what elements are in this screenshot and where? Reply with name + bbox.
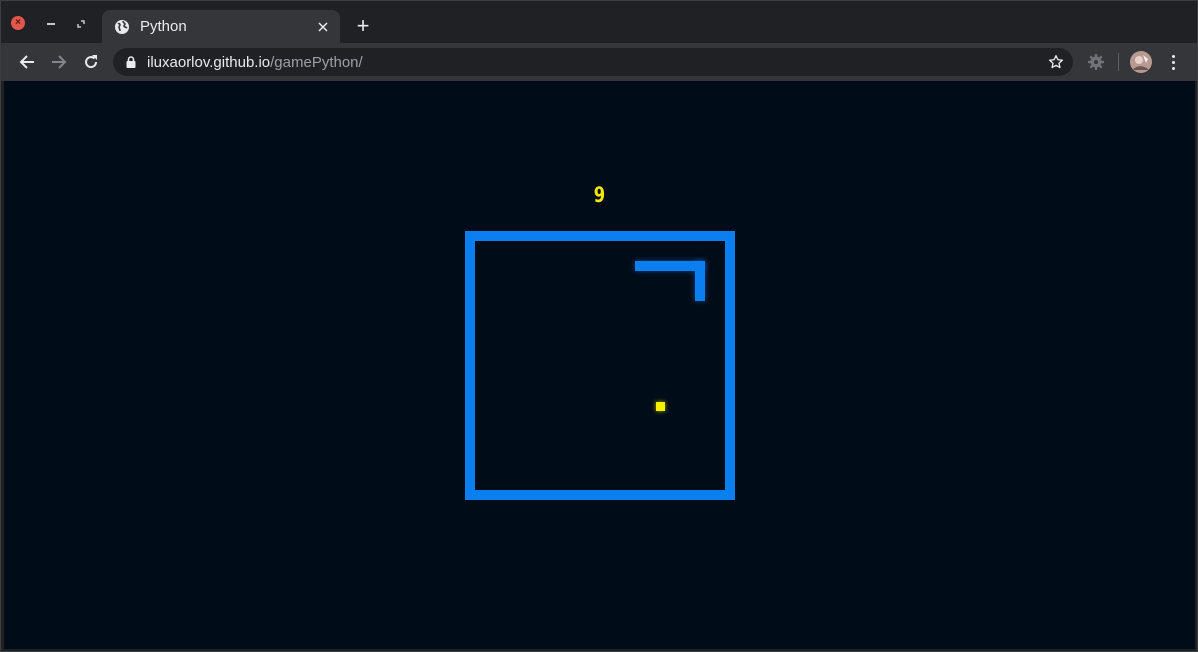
extension-button[interactable]	[1085, 51, 1107, 73]
tab-strip: × Python +	[1, 1, 1197, 43]
back-button[interactable]	[15, 50, 39, 74]
game-board[interactable]	[465, 231, 735, 500]
close-icon	[318, 21, 328, 32]
globe-icon	[114, 19, 130, 35]
tab-python[interactable]: Python	[102, 10, 340, 43]
url-text: iluxaorlov.github.io/gamePython/	[147, 54, 363, 71]
window-minimize-button[interactable]	[41, 14, 61, 34]
lock-icon	[125, 55, 137, 69]
toolbar-separator	[1118, 53, 1119, 71]
arrow-left-icon	[19, 55, 34, 69]
gear-icon	[1088, 54, 1104, 70]
reload-button[interactable]	[79, 50, 103, 74]
address-bar[interactable]: iluxaorlov.github.io/gamePython/	[113, 48, 1073, 76]
window-restore-button[interactable]	[71, 14, 91, 34]
star-icon	[1049, 55, 1063, 69]
new-tab-button[interactable]: +	[352, 15, 374, 37]
browser-menu-button[interactable]	[1165, 51, 1181, 73]
tab-close-button[interactable]	[314, 18, 332, 36]
menu-dot	[1171, 66, 1175, 70]
tab-title: Python	[140, 18, 187, 35]
browser-window: × Python + iluxaorlov.github.io/gamePyth…	[0, 0, 1198, 652]
page-viewport: 9	[4, 81, 1195, 649]
url-host: iluxaorlov.github.io	[147, 53, 271, 71]
snake-body-vertical	[695, 261, 705, 301]
forward-button[interactable]	[47, 50, 71, 74]
avatar-icon	[1130, 51, 1152, 73]
reload-icon	[85, 55, 98, 69]
toolbar: iluxaorlov.github.io/gamePython/	[1, 43, 1197, 81]
bookmark-star-button[interactable]	[1047, 53, 1065, 71]
food-pellet	[656, 402, 665, 411]
minimize-icon	[47, 23, 55, 25]
menu-dot	[1171, 60, 1175, 64]
profile-avatar[interactable]	[1130, 51, 1152, 73]
score-display: 9	[593, 183, 606, 207]
window-close-button[interactable]: ×	[11, 16, 25, 30]
kebab-menu-icon	[1171, 54, 1175, 58]
url-path: /gamePython/	[270, 53, 363, 71]
restore-icon	[77, 20, 85, 28]
arrow-right-icon	[52, 55, 67, 69]
